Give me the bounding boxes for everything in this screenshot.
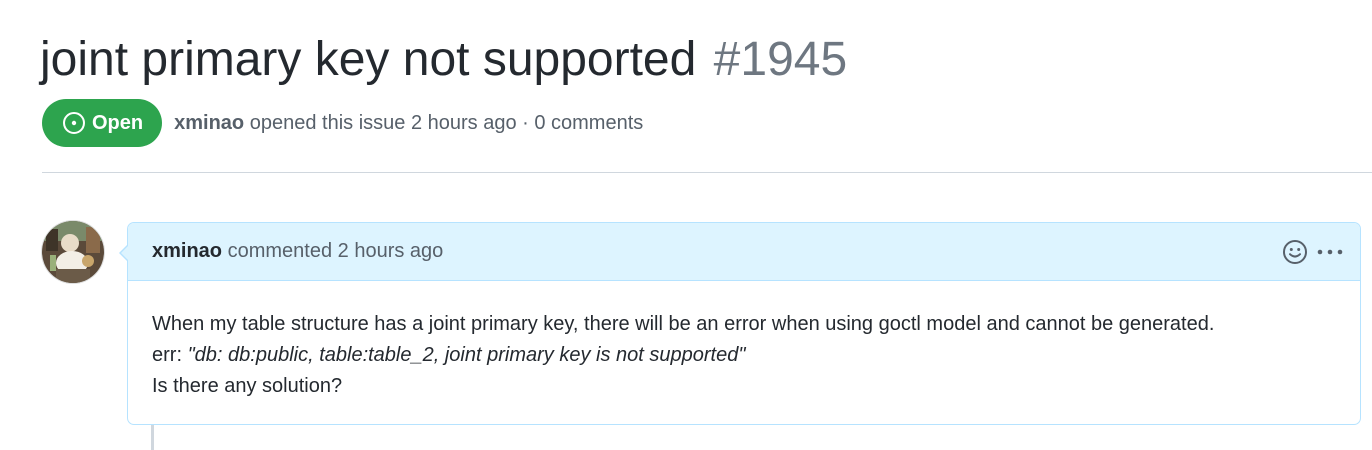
avatar-image xyxy=(42,221,104,283)
issue-number: #1945 xyxy=(713,33,848,86)
comment-box: xminao commented 2 hours ago When my tab… xyxy=(119,222,1361,425)
kebab-horizontal-icon[interactable] xyxy=(1316,239,1344,265)
header-divider xyxy=(42,172,1372,173)
comment-actions xyxy=(1282,239,1344,265)
issue-title: joint primary key not supported #1945 xyxy=(40,30,847,90)
issue-meta-suffix: opened this issue 2 hours ago · 0 commen… xyxy=(249,111,644,134)
issue-meta: Open xminao opened this issue 2 hours ag… xyxy=(42,99,643,147)
error-quote: "db: db:public, table:table_2, joint pri… xyxy=(187,344,746,366)
comment-body-line-1: When my table structure has a joint prim… xyxy=(152,313,1215,335)
comment-body: When my table structure has a joint prim… xyxy=(128,281,1360,402)
error-prefix: err: xyxy=(152,344,188,366)
issue-opened-icon xyxy=(62,111,86,135)
comment-body-line-3: Is there any solution? xyxy=(152,375,343,397)
comment-header-text: xminao commented 2 hours ago xyxy=(152,240,443,263)
issue-author-link[interactable]: xminao xyxy=(174,112,244,134)
smiley-icon[interactable] xyxy=(1282,239,1308,265)
issue-page: joint primary key not supported #1945 Op… xyxy=(0,0,1372,450)
comment-header: xminao commented 2 hours ago xyxy=(128,223,1360,281)
state-label: Open xyxy=(92,111,144,134)
issue-title-text: joint primary key not supported xyxy=(40,33,697,86)
timeline-line xyxy=(151,425,154,450)
avatar[interactable] xyxy=(42,221,104,283)
comment-author-link[interactable]: xminao xyxy=(152,240,222,262)
comment-body-line-2: err: "db: db:public, table:table_2, join… xyxy=(152,340,1336,371)
issue-meta-text: xminao opened this issue 2 hours ago · 0… xyxy=(174,112,643,135)
comment-timestamp[interactable]: commented 2 hours ago xyxy=(228,240,444,262)
state-badge: Open xyxy=(42,99,163,147)
